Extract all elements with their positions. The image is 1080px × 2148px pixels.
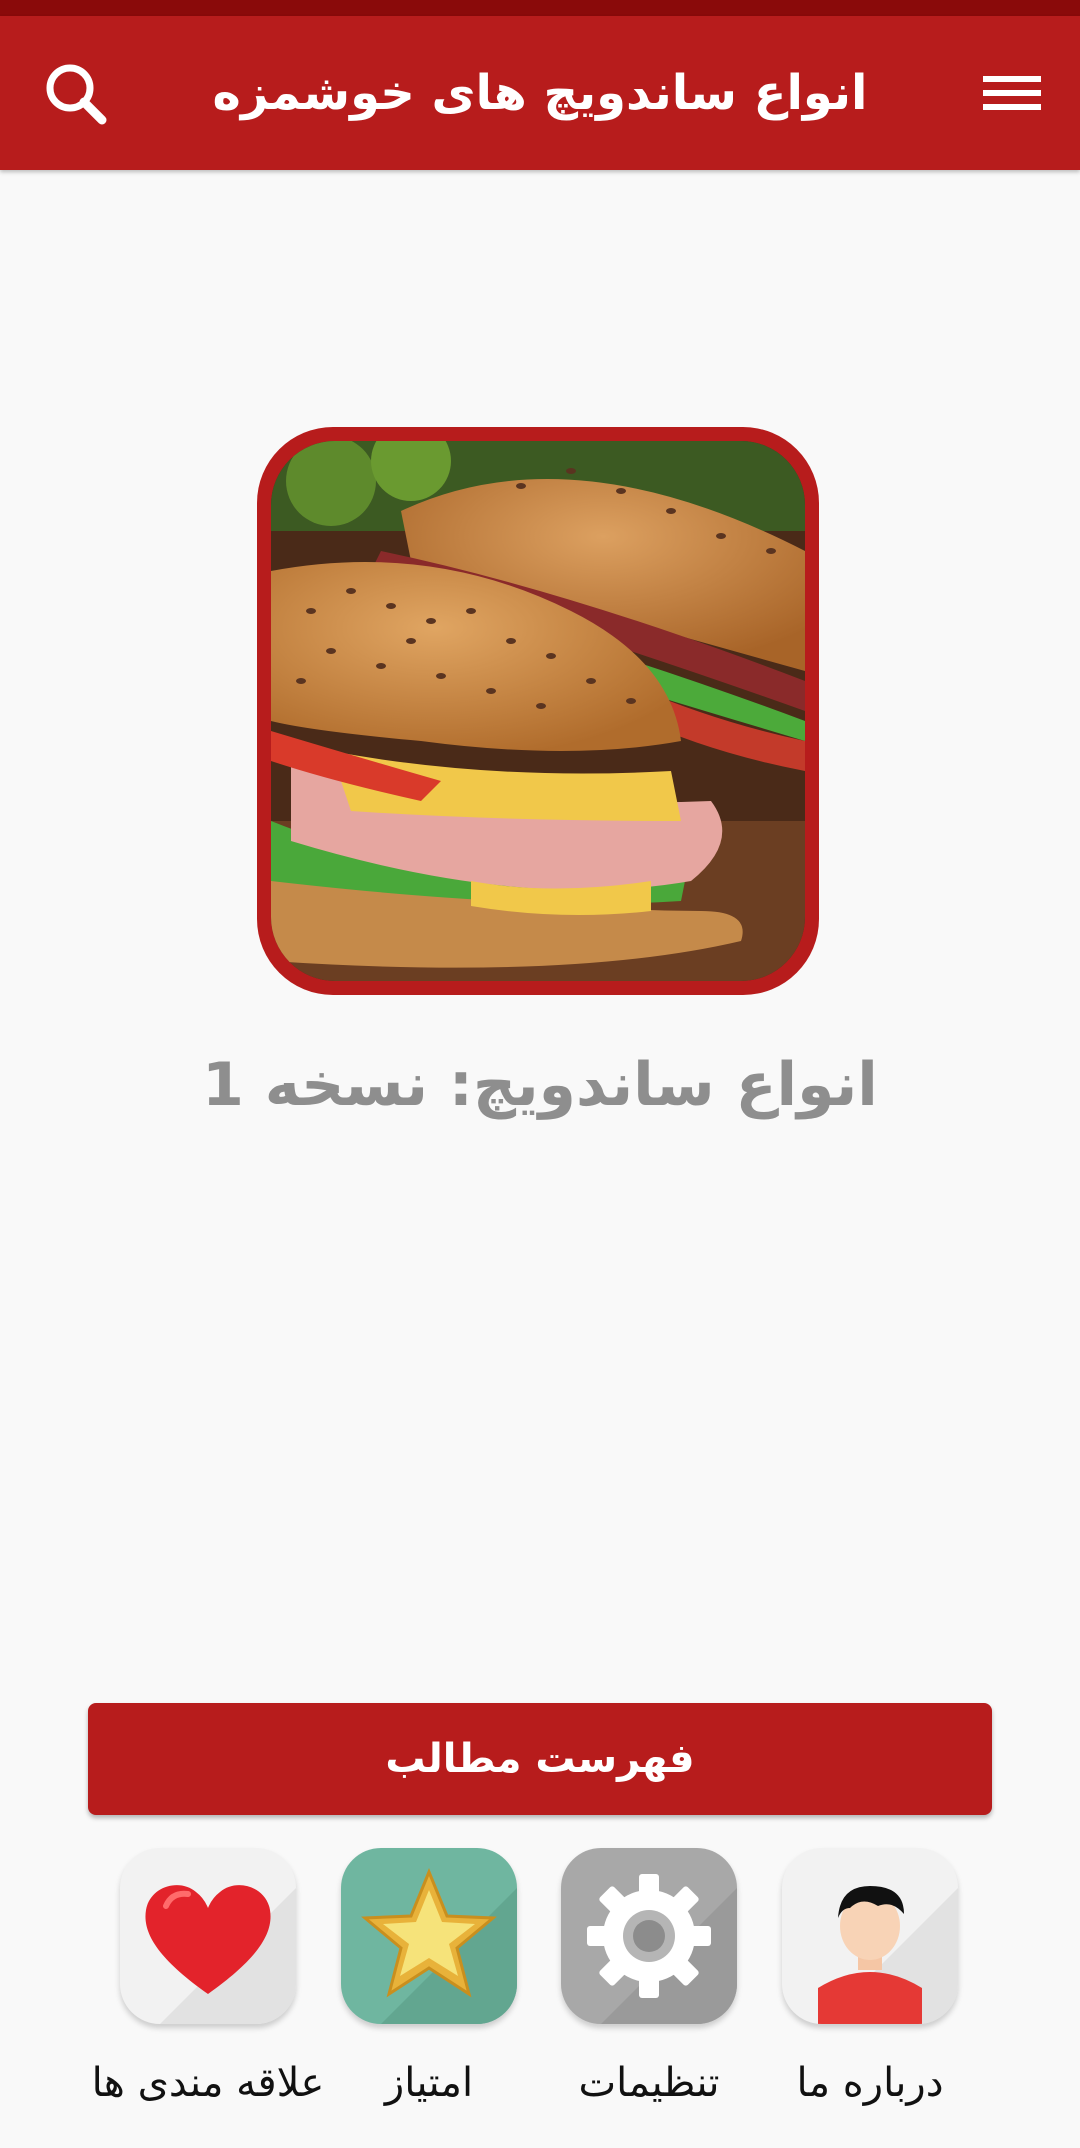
user-avatar-icon [818, 1886, 958, 2024]
app-bar: انواع ساندویچ های خوشمزه [0, 16, 1080, 170]
search-icon [46, 64, 107, 125]
star-icon [361, 1868, 517, 2024]
settings-tile[interactable] [561, 1848, 737, 2024]
settings-label: تنظیمات [578, 2060, 720, 2106]
version-text: انواع ساندویچ: نسخه 1 [202, 1050, 878, 1120]
hamburger-menu-icon [983, 76, 1041, 110]
rating-tile[interactable] [341, 1848, 517, 2024]
hero-image [271, 441, 805, 981]
search-button[interactable] [30, 56, 120, 130]
app-title: انواع ساندویچ های خوشمزه [212, 65, 868, 121]
gear-icon [587, 1874, 737, 2024]
sandwich-illustration [271, 441, 805, 981]
favorites-label: علاقه مندی ها [91, 2060, 325, 2106]
menu-button[interactable] [960, 56, 1050, 130]
about-us-label: درباره ما [796, 2060, 944, 2106]
rating-label: امتیاز [384, 2060, 474, 2106]
status-bar [0, 0, 1080, 16]
table-of-contents-button[interactable]: فهرست مطالب [88, 1703, 992, 1815]
hero-image-frame [257, 427, 819, 995]
heart-icon [145, 1885, 296, 2024]
about-us-tile[interactable] [782, 1848, 958, 2024]
favorites-tile[interactable] [120, 1848, 296, 2024]
